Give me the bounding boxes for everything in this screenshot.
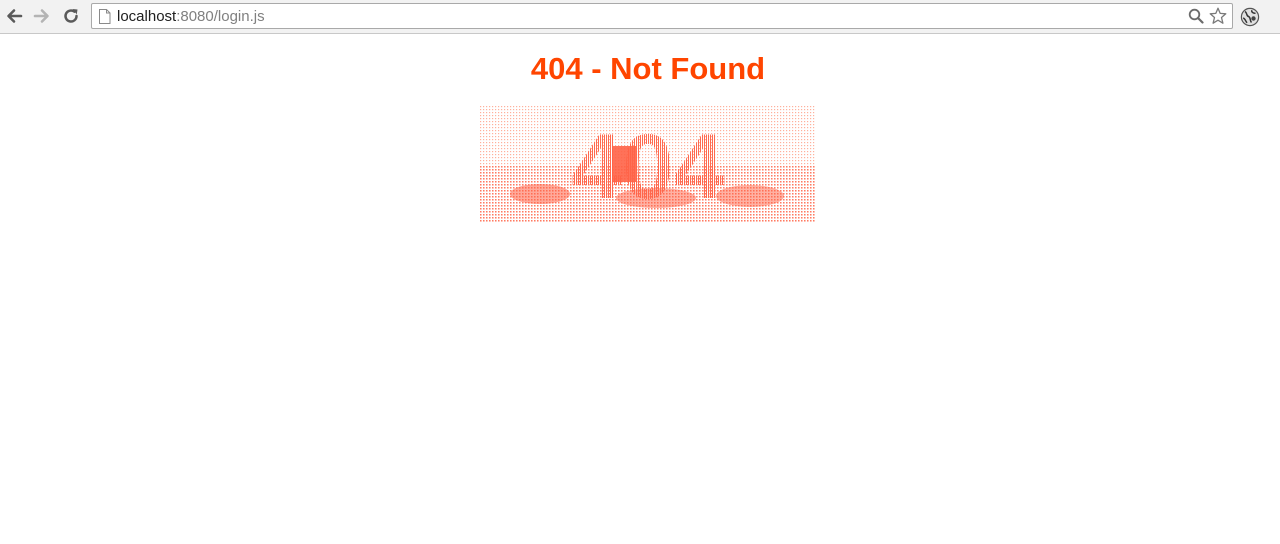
url-host: localhost [117, 8, 177, 25]
page-icon [99, 9, 111, 24]
page-title: 404 - Not Found [530, 51, 766, 86]
forward-arrow-icon [33, 9, 49, 23]
address-url[interactable]: localhost:8080/login.js [117, 8, 265, 25]
reload-button[interactable] [61, 6, 81, 26]
page-content: 404 - Not Found 404 [0, 35, 1280, 544]
back-arrow-icon [7, 9, 23, 23]
ascii-404-illustration: 404 [480, 106, 816, 222]
star-icon [1209, 7, 1227, 24]
bookmark-button[interactable] [1209, 7, 1227, 25]
back-button[interactable] [4, 6, 24, 26]
forward-button[interactable] [32, 6, 52, 26]
zoom-button[interactable] [1187, 7, 1205, 25]
magnifier-icon [1188, 8, 1204, 24]
globe-extension-icon[interactable] [1240, 7, 1260, 27]
address-bar[interactable]: localhost:8080/login.js [91, 3, 1233, 29]
url-path: :8080/login.js [176, 8, 265, 25]
reload-icon [64, 9, 78, 23]
browser-toolbar: localhost:8080/login.js [0, 0, 1280, 34]
